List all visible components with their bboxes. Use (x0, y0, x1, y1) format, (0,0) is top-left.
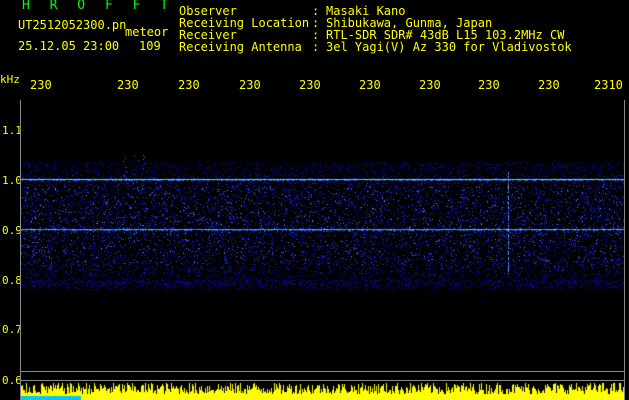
info-labels: Observer Receiving Location Receiver Rec… (179, 4, 310, 54)
time-tick-label: 230 (178, 78, 200, 92)
plot-left-border (20, 100, 21, 400)
signal-level-bar (21, 381, 624, 400)
freq-tick-label: 1.0 (2, 174, 22, 187)
time-tick-label: 230 (419, 78, 441, 92)
freq-tick-label: 0.9 (2, 224, 22, 237)
time-tick-label: 230 (538, 78, 560, 92)
time-tick-label: 230 (359, 78, 381, 92)
time-axis: 230 230 230 230 230 230 230 230 230 2310 (0, 78, 629, 94)
time-tick-label: 230 (478, 78, 500, 92)
time-tick-label: 230 (30, 78, 52, 92)
time-tick-label: 2310 (594, 78, 623, 92)
meteor-label: meteor (125, 25, 169, 39)
info-separators: : : : : (312, 4, 320, 54)
info-values: Masaki Kano Shibukawa, Gunma, Japan RTL-… (326, 4, 572, 54)
spectrogram-plot (20, 100, 624, 382)
plot-right-border (624, 100, 625, 400)
freq-tick-label: 0.6 (2, 374, 22, 387)
plot-baseline-upper (20, 371, 625, 372)
time-tick-label: 230 (299, 78, 321, 92)
freq-tick-label: 0.7 (2, 323, 22, 336)
freq-tick-label: 1.1 (2, 124, 22, 137)
meteor-count: 109 (139, 39, 161, 53)
file-name: UT2512052300.pn (18, 18, 127, 32)
freq-tick-label: 0.8 (2, 274, 22, 287)
time-tick-label: 230 (239, 78, 261, 92)
time-tick-label: 230 (117, 78, 139, 92)
app-title: H R O F F T (22, 0, 175, 13)
observation-datetime: 25.12.05 23:00 (18, 39, 120, 53)
